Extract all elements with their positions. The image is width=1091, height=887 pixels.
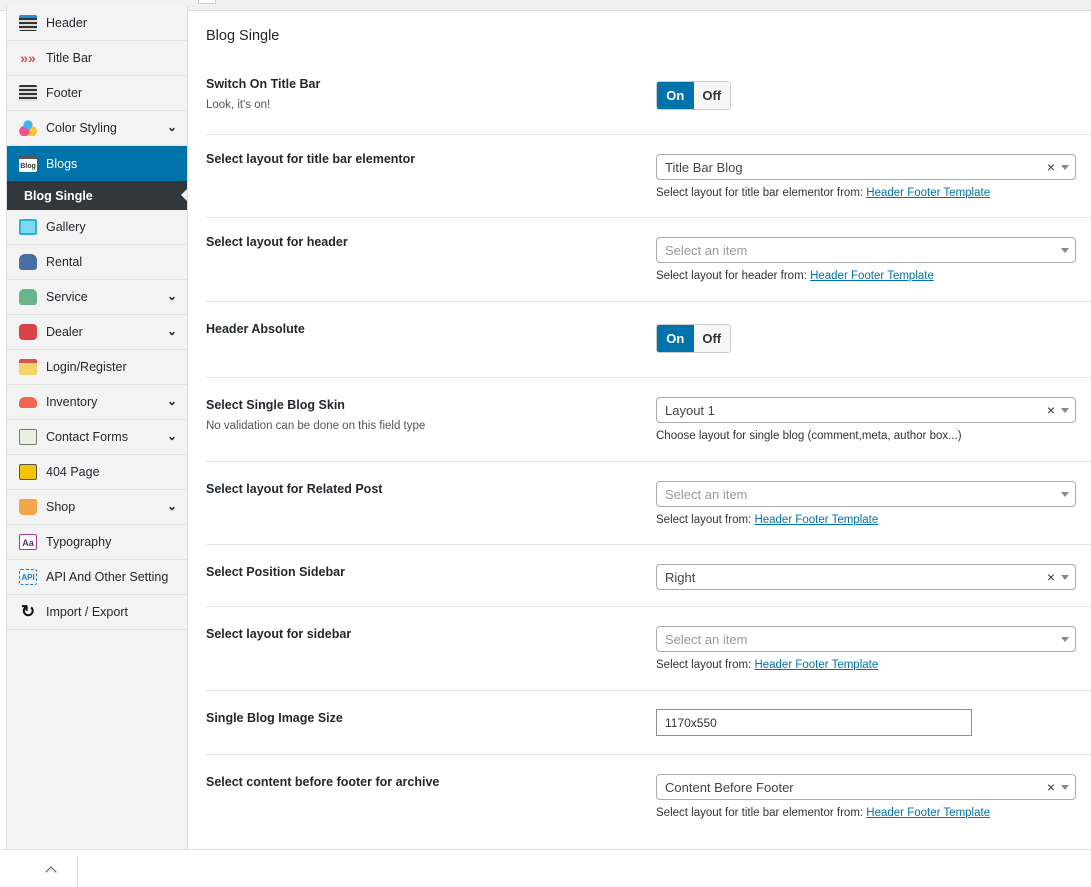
toggle-on-button[interactable]: On (657, 325, 694, 352)
title-bar-layout-select[interactable]: Title Bar Blog × (656, 154, 1076, 180)
image-size-input[interactable] (656, 709, 972, 736)
sidebar-item-shop[interactable]: Shop ⌄ (7, 490, 187, 525)
sidebar-layout-select[interactable]: Select an item (656, 626, 1076, 652)
sidebar-item-api-setting[interactable]: API API And Other Setting (7, 560, 187, 595)
main-panel: Blog Single Switch On Title Bar Look, it… (188, 11, 1091, 849)
sidebar-item-color-styling[interactable]: Color Styling ⌄ (7, 111, 187, 146)
setting-row-sidebar-layout: Select layout for sidebar Select an item… (206, 607, 1091, 691)
header-footer-template-link[interactable]: Header Footer Template (810, 270, 934, 282)
title-bar-toggle[interactable]: On Off (656, 81, 731, 110)
setting-row-position-sidebar: Select Position Sidebar Right × (206, 545, 1091, 607)
blog-skin-select[interactable]: Layout 1 × (656, 397, 1076, 423)
rental-icon (19, 254, 37, 270)
dropdown-arrow-icon[interactable] (1061, 408, 1069, 417)
api-icon: API (19, 569, 37, 585)
chevron-down-icon[interactable]: ⌄ (167, 324, 177, 338)
divider (77, 856, 78, 887)
header-footer-template-link[interactable]: Header Footer Template (754, 514, 878, 526)
header-absolute-toggle[interactable]: On Off (656, 324, 731, 353)
shop-icon (19, 499, 37, 515)
chevron-down-icon[interactable]: ⌄ (167, 120, 177, 134)
sidebar-item-dealer[interactable]: Dealer ⌄ (7, 315, 187, 350)
toggle-on-button[interactable]: On (657, 82, 694, 109)
sidebar-item-inventory[interactable]: Inventory ⌄ (7, 385, 187, 420)
chevron-down-icon[interactable]: ⌄ (167, 394, 177, 408)
refresh-icon: ↻ (20, 602, 36, 621)
chevron-up-icon[interactable] (45, 866, 57, 878)
dealer-icon (19, 324, 37, 340)
sidebar-item-404-page[interactable]: 404 Page (7, 455, 187, 490)
clear-icon[interactable]: × (1047, 569, 1055, 585)
sidebar-item-footer[interactable]: Footer (7, 76, 187, 111)
contact-forms-icon (19, 429, 37, 445)
page-title: Blog Single (206, 28, 280, 44)
position-sidebar-select[interactable]: Right × (656, 564, 1076, 590)
login-icon (19, 359, 37, 375)
related-post-layout-select[interactable]: Select an item (656, 481, 1076, 507)
gallery-icon (19, 219, 37, 235)
dropdown-arrow-icon[interactable] (1061, 248, 1069, 257)
404-page-icon (19, 464, 37, 480)
setting-row-image-size: Single Blog Image Size (206, 691, 1091, 755)
sidebar-item-blogs[interactable]: Blog Blogs (7, 146, 187, 181)
clear-icon[interactable]: × (1047, 159, 1055, 175)
setting-row-header-absolute: Header Absolute On Off (206, 302, 1091, 378)
dropdown-arrow-icon[interactable] (1061, 575, 1069, 584)
title-bar-icon: »» (20, 50, 36, 66)
options-sidebar: Header »» Title Bar Footer Color Styling ⌄… (6, 6, 188, 849)
sidebar-item-gallery[interactable]: Gallery (7, 210, 187, 245)
sidebar-subitem-blog-single[interactable]: Blog Single (7, 181, 187, 210)
color-styling-icon (19, 120, 37, 136)
chevron-down-icon[interactable]: ⌄ (167, 499, 177, 513)
setting-row-blog-skin: Select Single Blog Skin No validation ca… (206, 378, 1091, 462)
header-footer-template-link[interactable]: Header Footer Template (866, 807, 990, 819)
setting-row-title-bar-layout: Select layout for title bar elementor Ti… (206, 135, 1091, 218)
header-footer-template-link[interactable]: Header Footer Template (754, 659, 878, 671)
setting-row-header-layout: Select layout for header Select an item … (206, 218, 1091, 302)
chevron-down-icon[interactable]: ⌄ (167, 289, 177, 303)
header-icon (19, 15, 37, 31)
content-before-footer-select[interactable]: Content Before Footer × (656, 774, 1076, 800)
blogs-icon: Blog (19, 155, 37, 172)
sidebar-item-rental[interactable]: Rental (7, 245, 187, 280)
dropdown-arrow-icon[interactable] (1061, 165, 1069, 174)
dropdown-arrow-icon[interactable] (1061, 637, 1069, 646)
inventory-icon (19, 396, 37, 408)
chevron-down-icon[interactable]: ⌄ (167, 429, 177, 443)
toggle-off-button[interactable]: Off (693, 325, 730, 352)
screen-options-box[interactable] (198, 0, 216, 4)
dropdown-arrow-icon[interactable] (1061, 785, 1069, 794)
clear-icon[interactable]: × (1047, 402, 1055, 418)
setting-row-content-before-footer: Select content before footer for archive… (206, 755, 1091, 839)
toggle-off-button[interactable]: Off (693, 82, 730, 109)
sidebar-item-contact-forms[interactable]: Contact Forms ⌄ (7, 420, 187, 455)
header-footer-template-link[interactable]: Header Footer Template (866, 187, 990, 199)
sidebar-item-login-register[interactable]: Login/Register (7, 350, 187, 385)
clear-icon[interactable]: × (1047, 779, 1055, 795)
sidebar-item-typography[interactable]: Aa Typography (7, 525, 187, 560)
setting-row-switch-title-bar: Switch On Title Bar Look, it's on! On Off (206, 60, 1091, 135)
sidebar-item-title-bar[interactable]: »» Title Bar (7, 41, 187, 76)
sidebar-item-import-export[interactable]: ↻ Import / Export (7, 595, 187, 630)
setting-row-related-post: Select layout for Related Post Select an… (206, 462, 1091, 545)
header-layout-select[interactable]: Select an item (656, 237, 1076, 263)
dropdown-arrow-icon[interactable] (1061, 492, 1069, 501)
sidebar-item-header[interactable]: Header (7, 6, 187, 41)
service-icon (19, 289, 37, 305)
sidebar-item-service[interactable]: Service ⌄ (7, 280, 187, 315)
bottom-bar (0, 849, 1091, 887)
typography-icon: Aa (19, 534, 37, 550)
footer-icon (19, 85, 37, 101)
